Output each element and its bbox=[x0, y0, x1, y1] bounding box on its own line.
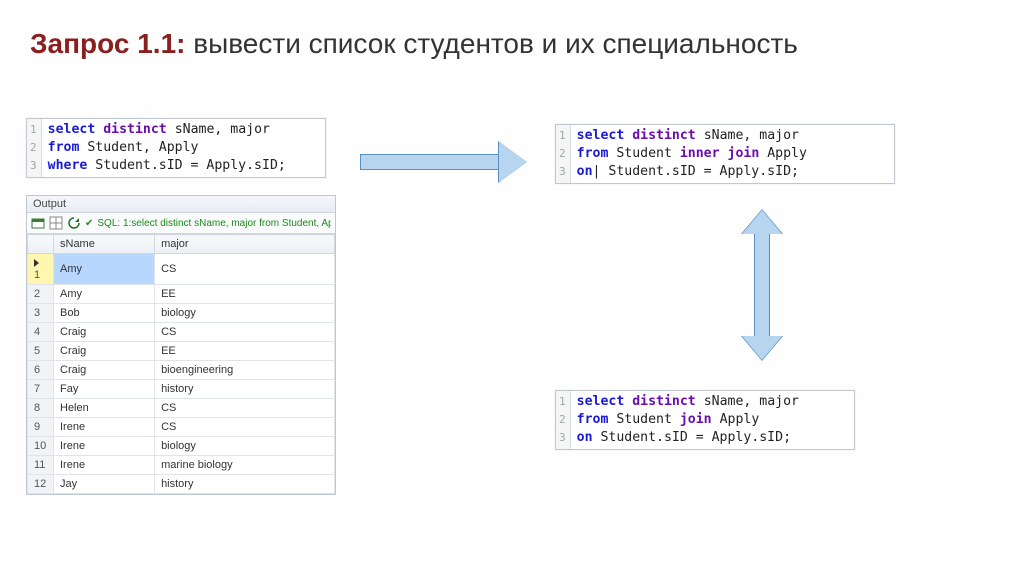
table-cell: biology bbox=[155, 437, 335, 456]
table-cell: Irene bbox=[54, 418, 155, 437]
table-body: 1AmyCS2AmyEE3Bobbiology4CraigCS5CraigEE6… bbox=[28, 254, 335, 494]
table-cell: Helen bbox=[54, 399, 155, 418]
table-cell: 8 bbox=[28, 399, 54, 418]
table-cell: CS bbox=[155, 418, 335, 437]
table-cell: CS bbox=[155, 323, 335, 342]
grid-icon[interactable] bbox=[49, 216, 63, 230]
table-row[interactable]: 7Fayhistory bbox=[28, 380, 335, 399]
col-header: sName bbox=[54, 235, 155, 254]
output-header: Output bbox=[27, 196, 335, 213]
gutter: 123 bbox=[556, 125, 571, 183]
gutter: 123 bbox=[27, 119, 42, 177]
table-cell: EE bbox=[155, 342, 335, 361]
arrow-up-down bbox=[740, 210, 784, 360]
result-table: sNamemajor 1AmyCS2AmyEE3Bobbiology4Craig… bbox=[27, 234, 335, 494]
export-icon[interactable] bbox=[31, 216, 45, 230]
table-cell: Bob bbox=[54, 304, 155, 323]
table-cell: EE bbox=[155, 285, 335, 304]
table-header-row: sNamemajor bbox=[28, 235, 335, 254]
table-cell: Jay bbox=[54, 475, 155, 494]
table-cell: 3 bbox=[28, 304, 54, 323]
table-row[interactable]: 6Craigbioengineering bbox=[28, 361, 335, 380]
table-cell: history bbox=[155, 475, 335, 494]
table-cell: CS bbox=[155, 399, 335, 418]
table-cell: 12 bbox=[28, 475, 54, 494]
table-cell: 2 bbox=[28, 285, 54, 304]
table-cell: Irene bbox=[54, 437, 155, 456]
table-cell: 11 bbox=[28, 456, 54, 475]
query-output-panel: Output ✔ SQL: 1:select distinct sName, m… bbox=[26, 195, 336, 495]
table-row[interactable]: 9IreneCS bbox=[28, 418, 335, 437]
sql-caption: ✔ bbox=[85, 218, 93, 229]
code-content: select distinct sName, majorfrom Student… bbox=[571, 391, 807, 449]
title-prefix: Запрос 1.1: bbox=[30, 28, 185, 59]
col-header: major bbox=[155, 235, 335, 254]
table-cell: 10 bbox=[28, 437, 54, 456]
table-cell: Craig bbox=[54, 361, 155, 380]
table-row[interactable]: 4CraigCS bbox=[28, 323, 335, 342]
col-header bbox=[28, 235, 54, 254]
table-cell: Amy bbox=[54, 285, 155, 304]
table-cell: 4 bbox=[28, 323, 54, 342]
table-row[interactable]: 10Irenebiology bbox=[28, 437, 335, 456]
sql-code-box-2: 123 select distinct sName, majorfrom Stu… bbox=[555, 124, 895, 184]
table-cell: Craig bbox=[54, 323, 155, 342]
sql-code-box-1: 123 select distinct sName, majorfrom Stu… bbox=[26, 118, 326, 178]
table-cell: CS bbox=[155, 254, 335, 285]
refresh-icon[interactable] bbox=[67, 216, 81, 230]
table-row[interactable]: 2AmyEE bbox=[28, 285, 335, 304]
code-content: select distinct sName, majorfrom Student… bbox=[571, 125, 815, 183]
table-row[interactable]: 8HelenCS bbox=[28, 399, 335, 418]
table-cell: 9 bbox=[28, 418, 54, 437]
table-row[interactable]: 11Irenemarine biology bbox=[28, 456, 335, 475]
table-cell: Fay bbox=[54, 380, 155, 399]
table-row[interactable]: 1AmyCS bbox=[28, 254, 335, 285]
table-cell: bioengineering bbox=[155, 361, 335, 380]
gutter: 123 bbox=[556, 391, 571, 449]
table-cell: biology bbox=[155, 304, 335, 323]
table-row[interactable]: 5CraigEE bbox=[28, 342, 335, 361]
table-cell: 5 bbox=[28, 342, 54, 361]
sql-text: SQL: 1:select distinct sName, major from… bbox=[97, 218, 331, 229]
table-cell: 6 bbox=[28, 361, 54, 380]
row-marker-icon bbox=[34, 259, 39, 267]
table-cell: marine biology bbox=[155, 456, 335, 475]
table-cell: 1 bbox=[28, 254, 54, 285]
table-cell: Craig bbox=[54, 342, 155, 361]
output-toolbar: ✔ SQL: 1:select distinct sName, major fr… bbox=[27, 213, 335, 234]
table-cell: Irene bbox=[54, 456, 155, 475]
title-rest: вывести список студентов и их специально… bbox=[185, 28, 797, 59]
table-row[interactable]: 12Jayhistory bbox=[28, 475, 335, 494]
table-row[interactable]: 3Bobbiology bbox=[28, 304, 335, 323]
table-cell: 7 bbox=[28, 380, 54, 399]
code-content: select distinct sName, majorfrom Student… bbox=[42, 119, 294, 177]
table-cell: Amy bbox=[54, 254, 155, 285]
arrow-right bbox=[360, 140, 530, 184]
sql-code-box-3: 123 select distinct sName, majorfrom Stu… bbox=[555, 390, 855, 450]
table-cell: history bbox=[155, 380, 335, 399]
slide-title: Запрос 1.1: вывести список студентов и и… bbox=[0, 0, 1024, 73]
